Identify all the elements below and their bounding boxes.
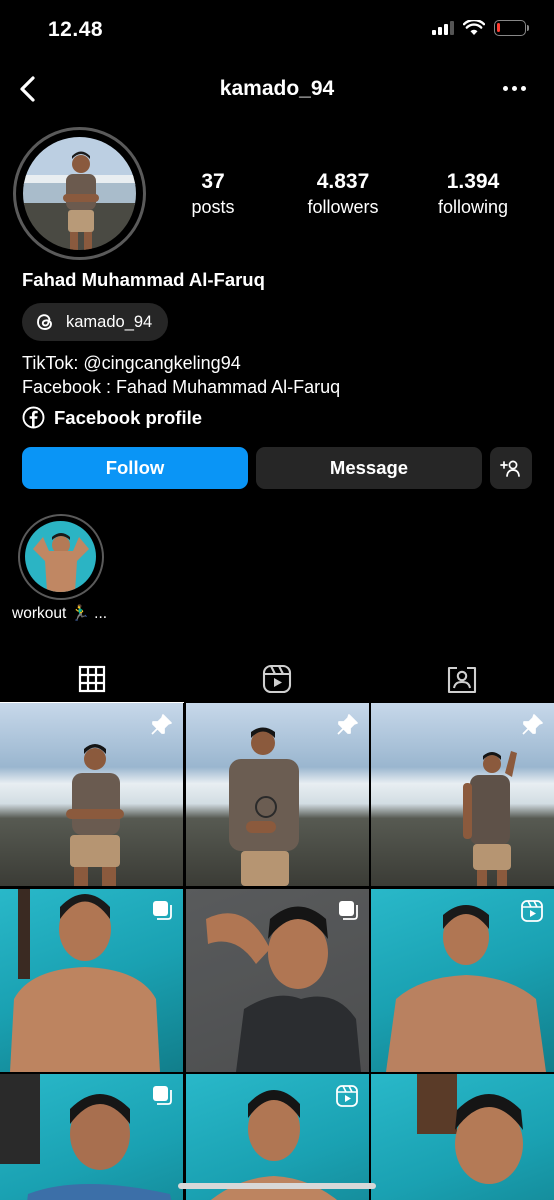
following-label: following <box>437 197 509 217</box>
grid-post[interactable] <box>371 888 554 1072</box>
carousel-icon <box>153 900 172 920</box>
follow-button[interactable]: Follow <box>22 447 248 489</box>
grid-post[interactable] <box>0 888 183 1072</box>
status-icons <box>432 20 529 36</box>
tagged-person-icon <box>447 666 477 694</box>
wifi-icon <box>463 20 485 35</box>
grid-post[interactable] <box>371 703 554 886</box>
profile-bio: TikTok: @cingcangkeling94 Facebook : Fah… <box>22 351 340 399</box>
facebook-link-label: Facebook profile <box>54 406 203 428</box>
grid-post[interactable] <box>0 703 183 886</box>
tab-posts[interactable] <box>0 655 184 703</box>
followers-label: followers <box>307 197 379 217</box>
story-highlight-workout[interactable] <box>18 514 104 600</box>
threads-icon <box>37 314 52 330</box>
carousel-icon <box>338 900 358 920</box>
following-stat[interactable]: 1.394 following <box>408 170 538 218</box>
posts-stat[interactable]: 37 posts <box>148 170 278 218</box>
message-button[interactable]: Message <box>256 447 482 489</box>
followers-stat[interactable]: 4.837 followers <box>278 170 408 218</box>
facebook-profile-link[interactable]: Facebook profile <box>22 406 202 429</box>
grid-post[interactable] <box>185 1074 369 1200</box>
posts-label: posts <box>191 197 235 217</box>
home-indicator[interactable] <box>178 1183 376 1189</box>
following-count: 1.394 <box>446 170 500 193</box>
profile-full-name: Fahad Muhammad Al-Faruq <box>22 269 265 290</box>
pin-icon <box>336 714 358 735</box>
tab-reels[interactable] <box>185 655 369 703</box>
highlight-cover <box>25 521 96 592</box>
bio-line-tiktok: TikTok: @cingcangkeling94 <box>22 353 241 373</box>
status-bar: 12.48 <box>0 0 554 60</box>
reel-icon <box>521 899 543 922</box>
profile-header: kamado_94 <box>0 64 554 114</box>
battery-icon <box>494 20 529 36</box>
profile-avatar[interactable] <box>13 127 146 260</box>
grid-icon <box>78 665 106 693</box>
add-person-icon <box>500 460 520 477</box>
profile-content-tabs <box>0 655 554 703</box>
status-time: 12.48 <box>48 18 104 41</box>
threads-handle: kamado_94 <box>66 312 153 331</box>
followers-count: 4.837 <box>316 170 370 193</box>
posts-grid <box>0 703 554 1200</box>
suggested-users-button[interactable] <box>490 447 532 489</box>
tab-tagged[interactable] <box>370 655 554 703</box>
grid-post[interactable] <box>371 1074 554 1200</box>
bio-line-facebook: Facebook : Fahad Muhammad Al-Faruq <box>22 377 341 397</box>
avatar-photo <box>23 137 136 250</box>
pin-icon <box>151 714 172 735</box>
post-photo <box>417 1074 523 1184</box>
grid-post[interactable] <box>0 1074 183 1200</box>
carousel-icon <box>153 1086 172 1105</box>
facebook-icon <box>22 406 45 429</box>
header-username: kamado_94 <box>219 77 335 100</box>
reel-icon <box>335 1085 358 1107</box>
posts-count: 37 <box>201 170 225 193</box>
grid-post[interactable] <box>185 888 369 1072</box>
more-options-icon[interactable] <box>503 86 526 91</box>
cellular-signal-icon <box>432 21 454 35</box>
pin-icon <box>522 714 543 735</box>
highlight-label: workout 🏃‍♂️ ... <box>12 605 108 622</box>
threads-badge[interactable]: kamado_94 <box>22 303 169 341</box>
reels-icon <box>262 664 292 694</box>
grid-post[interactable] <box>185 703 369 886</box>
